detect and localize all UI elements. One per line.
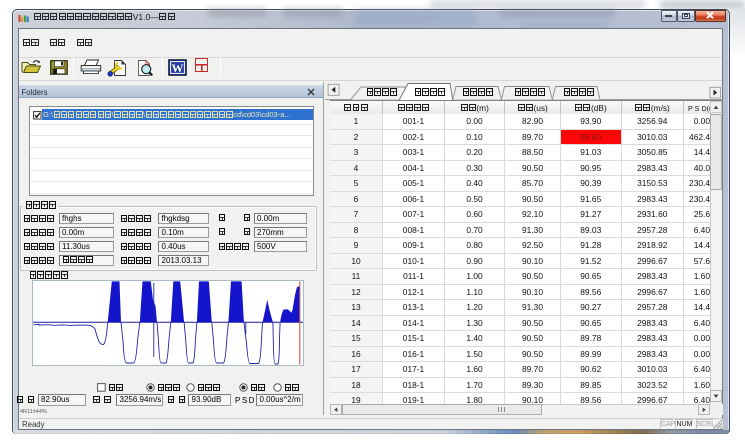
svg-text:W: W [172, 61, 184, 75]
